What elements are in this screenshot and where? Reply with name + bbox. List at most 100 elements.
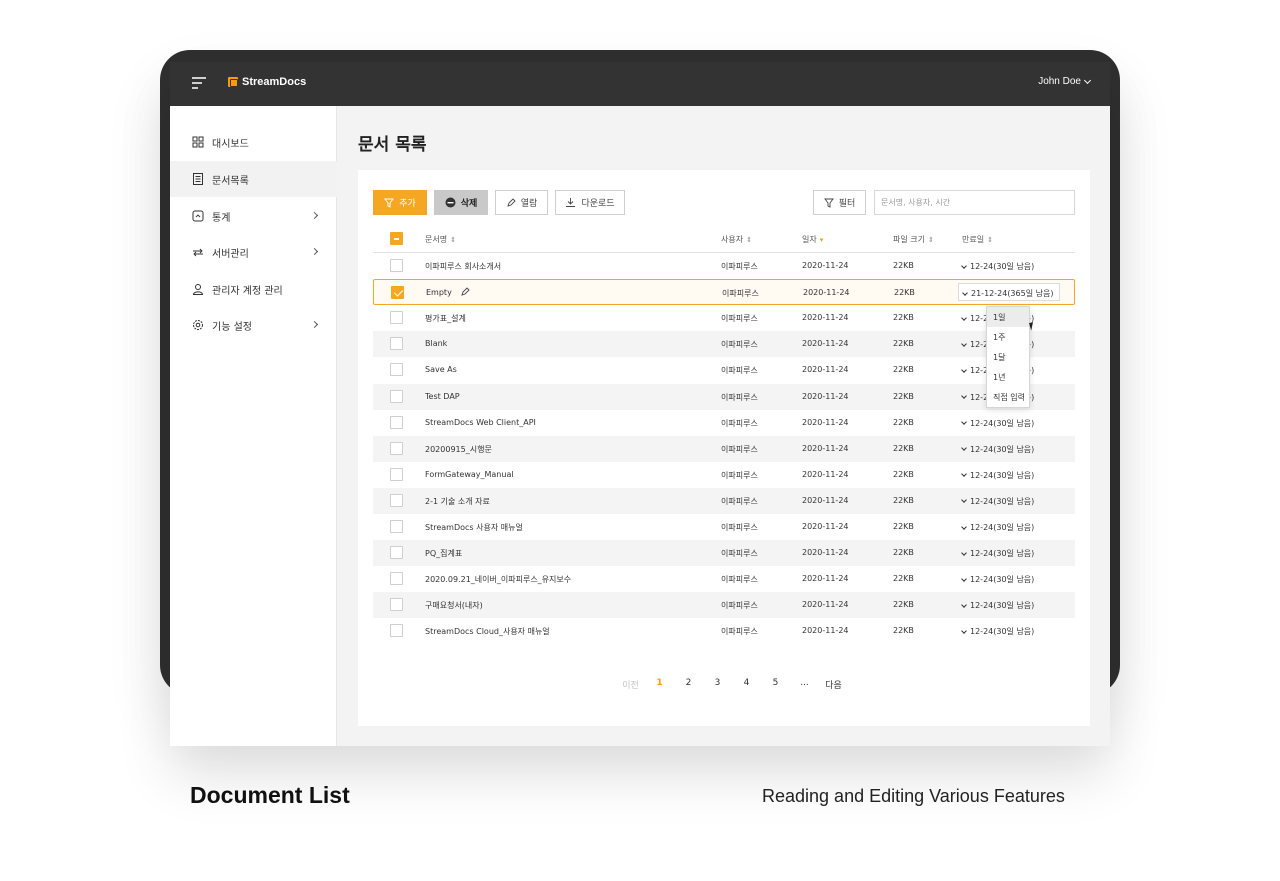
table-row[interactable]: 평가표_설계이파피루스2020-11-2422KB12-24(30일 남음) (373, 305, 1075, 331)
expiry-option[interactable]: 1달 (987, 347, 1029, 367)
pagination-next[interactable]: 다음 (819, 678, 848, 691)
expiry-label: 12-24(30일 남음) (970, 496, 1035, 506)
sidebar-item-server[interactable]: 서버관리 (170, 234, 337, 270)
expiry-label: 12-24(30일 남음) (970, 627, 1035, 637)
add-button[interactable]: 추가 (373, 190, 427, 215)
row-checkbox[interactable] (390, 363, 403, 377)
table-row[interactable]: 2020.09.21_네이버_이파피루스_유지보수 이파피루스 2020-11-24… (373, 566, 1075, 592)
view-button[interactable]: 열람 (495, 190, 548, 215)
download-button[interactable]: 다운로드 (555, 190, 625, 215)
pagination-ellipsis: ... (800, 678, 809, 688)
expiry-option[interactable]: 1년 (987, 367, 1029, 387)
cell-size: 22KB (893, 261, 914, 270)
cell-expiry[interactable]: 12-24(30일 남음) (961, 470, 1034, 481)
table-row[interactable]: FormGateway_Manual 이파피루스 2020-11-24 22KB 12-… (373, 462, 1075, 488)
cell-expiry[interactable]: 12-24(30일 남음) (961, 548, 1034, 559)
row-checkbox[interactable] (390, 624, 403, 638)
row-checkbox[interactable] (390, 311, 403, 325)
cell-date: 2020-11-24 (802, 261, 849, 270)
row-checkbox[interactable] (390, 520, 403, 533)
user-menu[interactable]: John Doe (1038, 76, 1092, 87)
app-logo[interactable]: StreamDocs (228, 76, 306, 88)
cell-size: 22KB (893, 365, 914, 375)
sidebar-item-dashboard[interactable]: 대시보드 (170, 124, 337, 160)
sidebar-item-admin-accounts[interactable]: 관리자 계정 관리 (170, 271, 337, 307)
pagination-page[interactable]: 5 (761, 678, 790, 691)
pagination-page[interactable]: 4 (732, 678, 761, 691)
chevron-down-icon (961, 340, 967, 347)
pagination-page[interactable]: 1 (645, 678, 674, 691)
cell-expiry[interactable]: 12-24(30일 남음) (961, 496, 1035, 507)
row-checkbox[interactable] (390, 572, 403, 586)
expiry-label: 12-24(30일 남음) (970, 418, 1035, 428)
sidebar-item-label: 관리자 계정 관리 (212, 285, 283, 297)
expiry-option[interactable]: 1주 (987, 327, 1029, 347)
header-name[interactable]: 문서명 ⇕ (425, 234, 456, 245)
header-name-label: 문서명 (425, 235, 448, 244)
table-row[interactable]: Test DAP이파피루스2020-11-2422KB12-24(30일 남음) (373, 383, 1075, 410)
cell-expiry[interactable]: 12-24(30일 남음) (961, 444, 1034, 455)
select-all-checkbox[interactable] (390, 232, 403, 245)
table-row[interactable]: 구매요청서(내자) 이파피루스 2020-11-24 22KB 12-24(30일 남음… (373, 592, 1075, 619)
sidebar: 대시보드 문서목록통계서버관리관리자 계정 관리기능 설정 (170, 106, 337, 746)
edit-pencil-icon[interactable] (460, 286, 470, 299)
filter-label: 필터 (838, 199, 856, 209)
row-checkbox[interactable] (390, 337, 403, 351)
cell-expiry[interactable]: 12-24(30일 남음) (961, 418, 1035, 429)
row-checkbox[interactable] (390, 493, 403, 507)
table-row[interactable]: Empty 이파피루스 2020-11-24 22KB 21-12-24(365일 남음… (373, 279, 1075, 306)
cell-name: Save As (425, 365, 457, 375)
row-checkbox[interactable] (391, 286, 404, 300)
expiry-option[interactable]: 1일 (987, 307, 1029, 327)
cell-user: 이파피루스 (721, 418, 758, 428)
row-checkbox[interactable] (390, 467, 403, 481)
table-row[interactable]: 20200915_시행문 이파피루스 2020-11-24 22KB 12-24(30일… (373, 435, 1075, 462)
pencil-icon (507, 197, 516, 207)
delete-button[interactable]: 삭제 (434, 190, 488, 215)
chevron-down-icon (961, 314, 967, 321)
row-checkbox[interactable] (390, 441, 403, 455)
row-checkbox[interactable] (390, 598, 403, 612)
sidebar-item-settings[interactable]: 기능 설정 (170, 307, 337, 343)
pagination-page[interactable]: 3 (703, 678, 732, 691)
cell-expiry[interactable]: 12-24(30일 남음) (961, 574, 1034, 585)
cell-name: 2-1 기술 소개 자료 (425, 496, 490, 506)
download-label: 다운로드 (581, 199, 615, 209)
table-row[interactable]: StreamDocs Web Client_API 이파피루스 2020-11-24… (373, 410, 1075, 436)
chevron-down-icon (961, 419, 967, 425)
table-row[interactable]: StreamDocs 사용자 매뉴얼 이파피루스 2020-11-24 22KB 12-… (373, 514, 1075, 540)
row-checkbox[interactable] (390, 546, 403, 560)
header-size[interactable]: 파일 크기 ⇕ (893, 234, 934, 245)
cell-name: Empty (426, 288, 452, 298)
header-expiry[interactable]: 만료일 ⇕ (962, 234, 993, 245)
cell-expiry[interactable]: 12-24(30일 남음) (961, 522, 1034, 533)
table-row[interactable]: Blank이파피루스2020-11-2422KB12-24(30일 남음) (373, 331, 1075, 358)
row-checkbox[interactable] (390, 415, 403, 429)
menu-icon[interactable] (192, 77, 206, 89)
pagination-page[interactable]: 2 (674, 678, 703, 691)
pagination-prev[interactable]: 이전 (616, 678, 645, 691)
cell-expiry[interactable]: 12-24(30일 남음) (961, 626, 1035, 637)
cell-expiry[interactable]: 12-24(30일 남음) (961, 261, 1034, 272)
header-user[interactable]: 사용자 ⇕ (721, 234, 752, 245)
cell-name: FormGateway_Manual (425, 469, 514, 479)
filter-button[interactable]: 필터 (813, 190, 866, 215)
table-row[interactable]: StreamDocs Cloud_사용자 매뉴얼 이파피루스 2020-11-24 2… (373, 618, 1075, 644)
row-checkbox[interactable] (390, 259, 403, 272)
header-date[interactable]: 일자 ▾ (802, 234, 823, 245)
sidebar-item-label: 통계 (212, 212, 231, 224)
cell-size: 22KB (893, 417, 914, 427)
table-row[interactable]: Save As이파피루스2020-11-2422KB12-24(30일 남음) (373, 357, 1075, 383)
app-screen: StreamDocs John Doe 대시보드 문서목록통계서버관리관리자 계정… (170, 62, 1110, 746)
cell-date: 2020-11-24 (802, 495, 849, 505)
table-row[interactable]: PQ_집계표 이파피루스 2020-11-24 22KB 12-24(30일 남음) (373, 540, 1075, 567)
search-input[interactable] (874, 190, 1075, 215)
table-row[interactable]: 이파피루스 회사소개서 이파피루스 2020-11-24 22KB 12-24(30일 … (373, 253, 1075, 279)
expiry-option[interactable]: 직접 입력 (987, 387, 1029, 407)
cell-expiry[interactable]: 12-24(30일 남음) (961, 600, 1034, 611)
sidebar-item-stats[interactable]: 통계 (170, 198, 337, 234)
row-checkbox[interactable] (390, 389, 403, 403)
table-row[interactable]: 2-1 기술 소개 자료 이파피루스 2020-11-24 22KB 12-24(30일… (373, 487, 1075, 514)
sidebar-item-documents[interactable]: 문서목록 (170, 161, 337, 197)
cell-expiry[interactable]: 21-12-24(365일 남음) (962, 288, 1053, 299)
